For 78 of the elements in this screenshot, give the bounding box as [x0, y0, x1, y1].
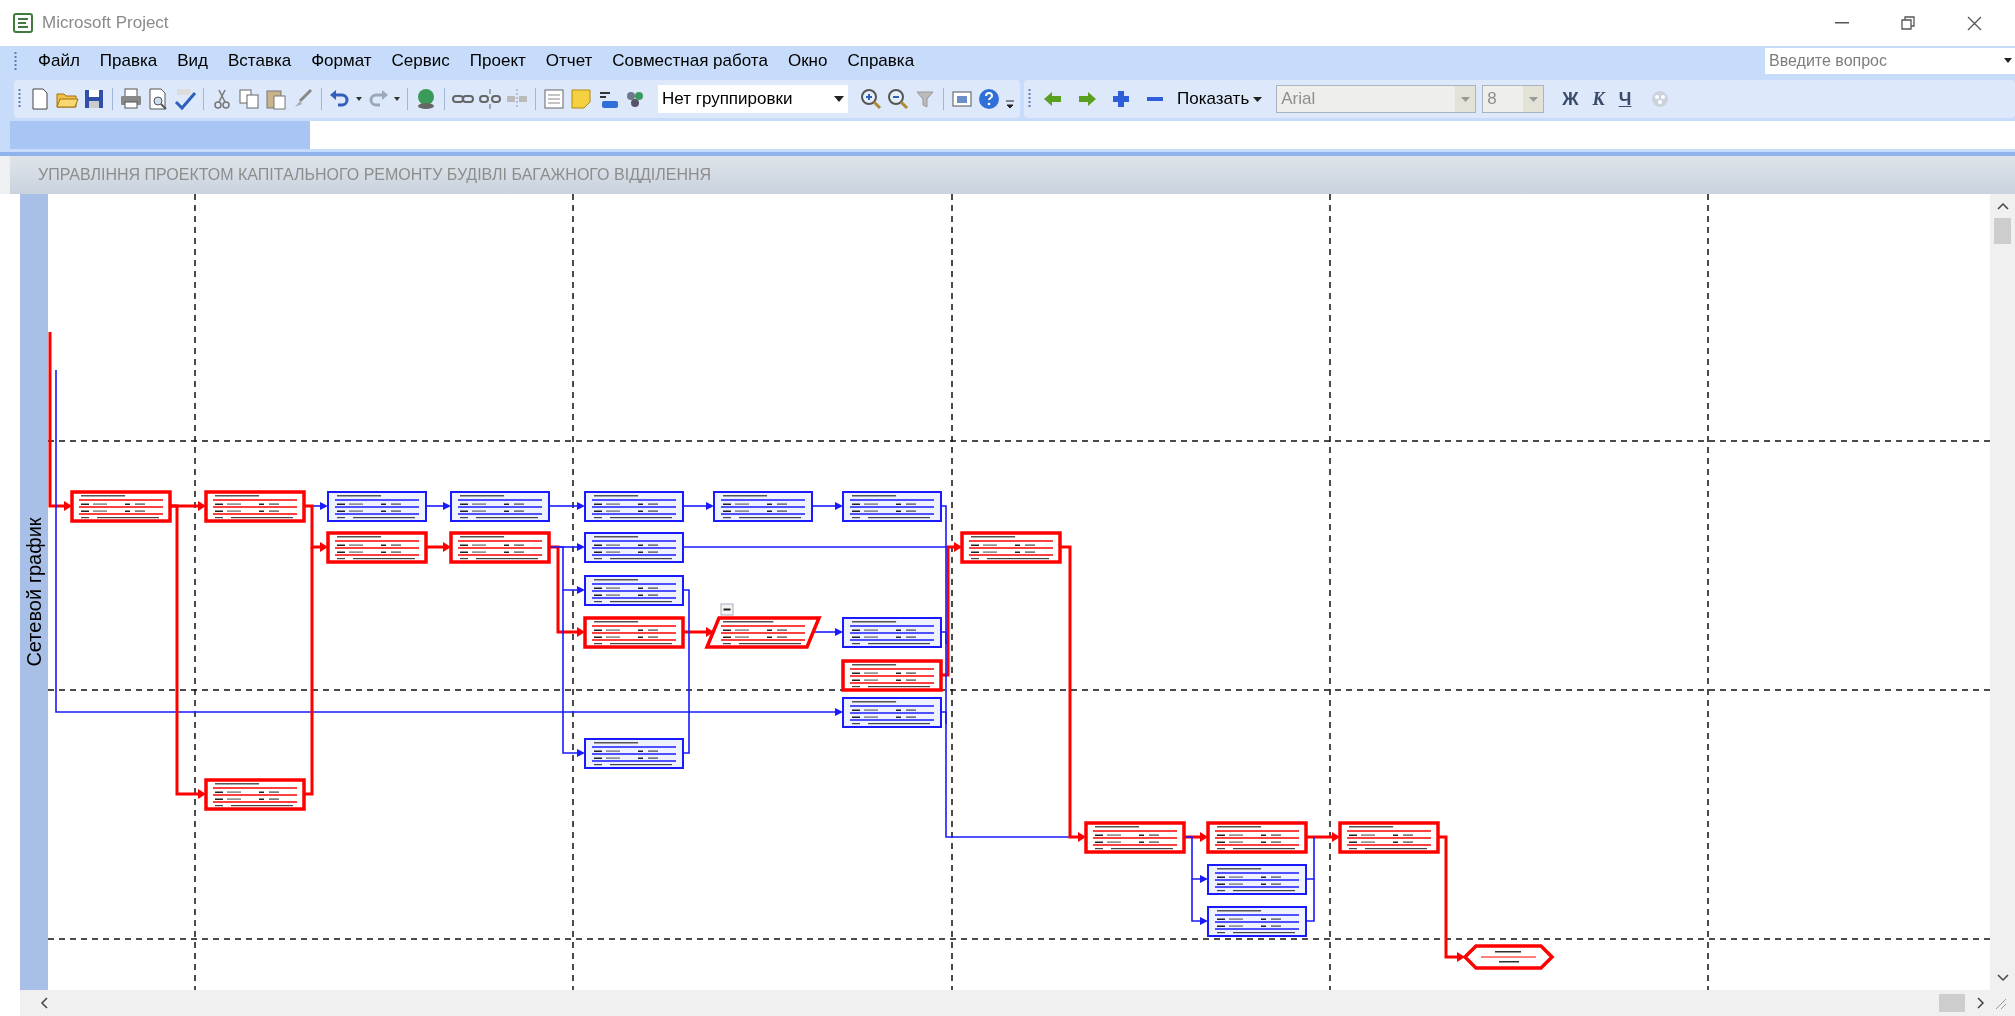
entry-field[interactable]: [310, 121, 2015, 149]
menu-item[interactable]: Правка: [90, 48, 167, 74]
paste-icon[interactable]: [264, 87, 288, 111]
font-name: Arial: [1281, 88, 1316, 111]
menu-item[interactable]: Отчет: [536, 48, 602, 74]
menu-item[interactable]: Файл: [29, 48, 89, 74]
task-node[interactable]: [70, 490, 172, 523]
task-node[interactable]: [584, 738, 684, 769]
dropdown-arrow-icon: [2004, 58, 2012, 64]
grip-icon: [18, 88, 21, 110]
task-node[interactable]: [960, 531, 1062, 564]
task-node[interactable]: [1084, 821, 1186, 854]
font-size-value: 8: [1487, 88, 1497, 111]
grip-icon: [1028, 88, 1031, 110]
scroll-left-icon[interactable]: [40, 997, 48, 1009]
grouping-value: Нет группировки: [662, 88, 793, 111]
window-title: Microsoft Project: [42, 12, 169, 35]
task-node[interactable]: [450, 491, 550, 522]
task-node[interactable]: [584, 491, 684, 522]
underline-button[interactable]: Ч: [1618, 85, 1632, 113]
task-node[interactable]: [204, 778, 306, 811]
print-icon[interactable]: [119, 87, 143, 111]
task-node[interactable]: [583, 616, 685, 649]
task-node[interactable]: [841, 659, 943, 692]
view-label: Сетевой график: [22, 517, 46, 667]
dropdown-arrow-icon[interactable]: [834, 96, 844, 102]
grip-icon: [14, 51, 17, 71]
grouping-dropdown[interactable]: Нет группировки: [658, 85, 848, 113]
bold-button[interactable]: Ж: [1562, 85, 1579, 113]
restore-icon: [1901, 16, 1915, 30]
menu-item[interactable]: Вставка: [219, 48, 301, 74]
task-node[interactable]: [327, 491, 427, 522]
italic-button[interactable]: К: [1592, 85, 1605, 113]
milestone-node[interactable]: [1462, 944, 1555, 970]
task-node[interactable]: [449, 531, 551, 564]
help-icon[interactable]: [977, 87, 1001, 111]
menu-item[interactable]: Совместная работа: [603, 48, 777, 74]
save-icon[interactable]: [82, 87, 106, 111]
horizontal-scrollbar[interactable]: [20, 990, 2015, 1016]
menu-item[interactable]: Справка: [838, 48, 924, 74]
task-node[interactable]: [204, 490, 306, 523]
task-node[interactable]: [842, 697, 942, 728]
task-node[interactable]: [713, 491, 813, 522]
scroll-thumb[interactable]: [1939, 994, 1965, 1012]
show-menu-button[interactable]: Показать: [1173, 86, 1267, 112]
scroll-up-icon[interactable]: [1996, 202, 2009, 210]
menu-item[interactable]: Вид: [168, 48, 217, 74]
vertical-scrollbar[interactable]: [1990, 194, 2015, 990]
task-node[interactable]: [1207, 864, 1307, 895]
task-node[interactable]: [1206, 821, 1308, 854]
task-node[interactable]: [326, 531, 428, 564]
question-field[interactable]: Введите вопрос: [1765, 48, 2001, 74]
view-title: УПРАВЛІННЯ ПРОЕКТОМ КАПІТАЛЬНОГО РЕМОНТУ БУДІВЛІ БАГАЖНОГО ВІДДІЛЕННЯ: [38, 165, 712, 185]
unlink-icon[interactable]: [478, 87, 502, 111]
task-node[interactable]: [584, 532, 684, 563]
spellcheck-icon[interactable]: [173, 87, 197, 111]
collapse-icon[interactable]: [720, 603, 734, 616]
dropdown-arrow-icon: [1253, 96, 1263, 102]
menu-item[interactable]: Проект: [460, 48, 535, 74]
task-node[interactable]: [584, 575, 684, 606]
task-node[interactable]: [1207, 906, 1307, 937]
scroll-down-icon[interactable]: [1996, 974, 2009, 982]
menu-item[interactable]: Окно: [778, 48, 837, 74]
task-node[interactable]: [842, 617, 942, 648]
scroll-thumb[interactable]: [1994, 218, 2011, 244]
zoom-in-icon[interactable]: [859, 87, 883, 111]
resize-grip-icon: [1993, 996, 2007, 1010]
close-icon: [1966, 15, 1982, 31]
minimize-icon: [1835, 22, 1849, 24]
app-icon: [12, 12, 34, 34]
menu-item[interactable]: Формат: [302, 48, 381, 74]
task-node[interactable]: [842, 491, 942, 522]
dropdown-button[interactable]: [2001, 48, 2015, 74]
task-node[interactable]: [1338, 821, 1440, 854]
summary-node[interactable]: [704, 616, 822, 649]
zoom-out-icon[interactable]: [886, 87, 910, 111]
menu-item[interactable]: Сервис: [382, 48, 459, 74]
scroll-right-icon[interactable]: [1977, 997, 1985, 1009]
